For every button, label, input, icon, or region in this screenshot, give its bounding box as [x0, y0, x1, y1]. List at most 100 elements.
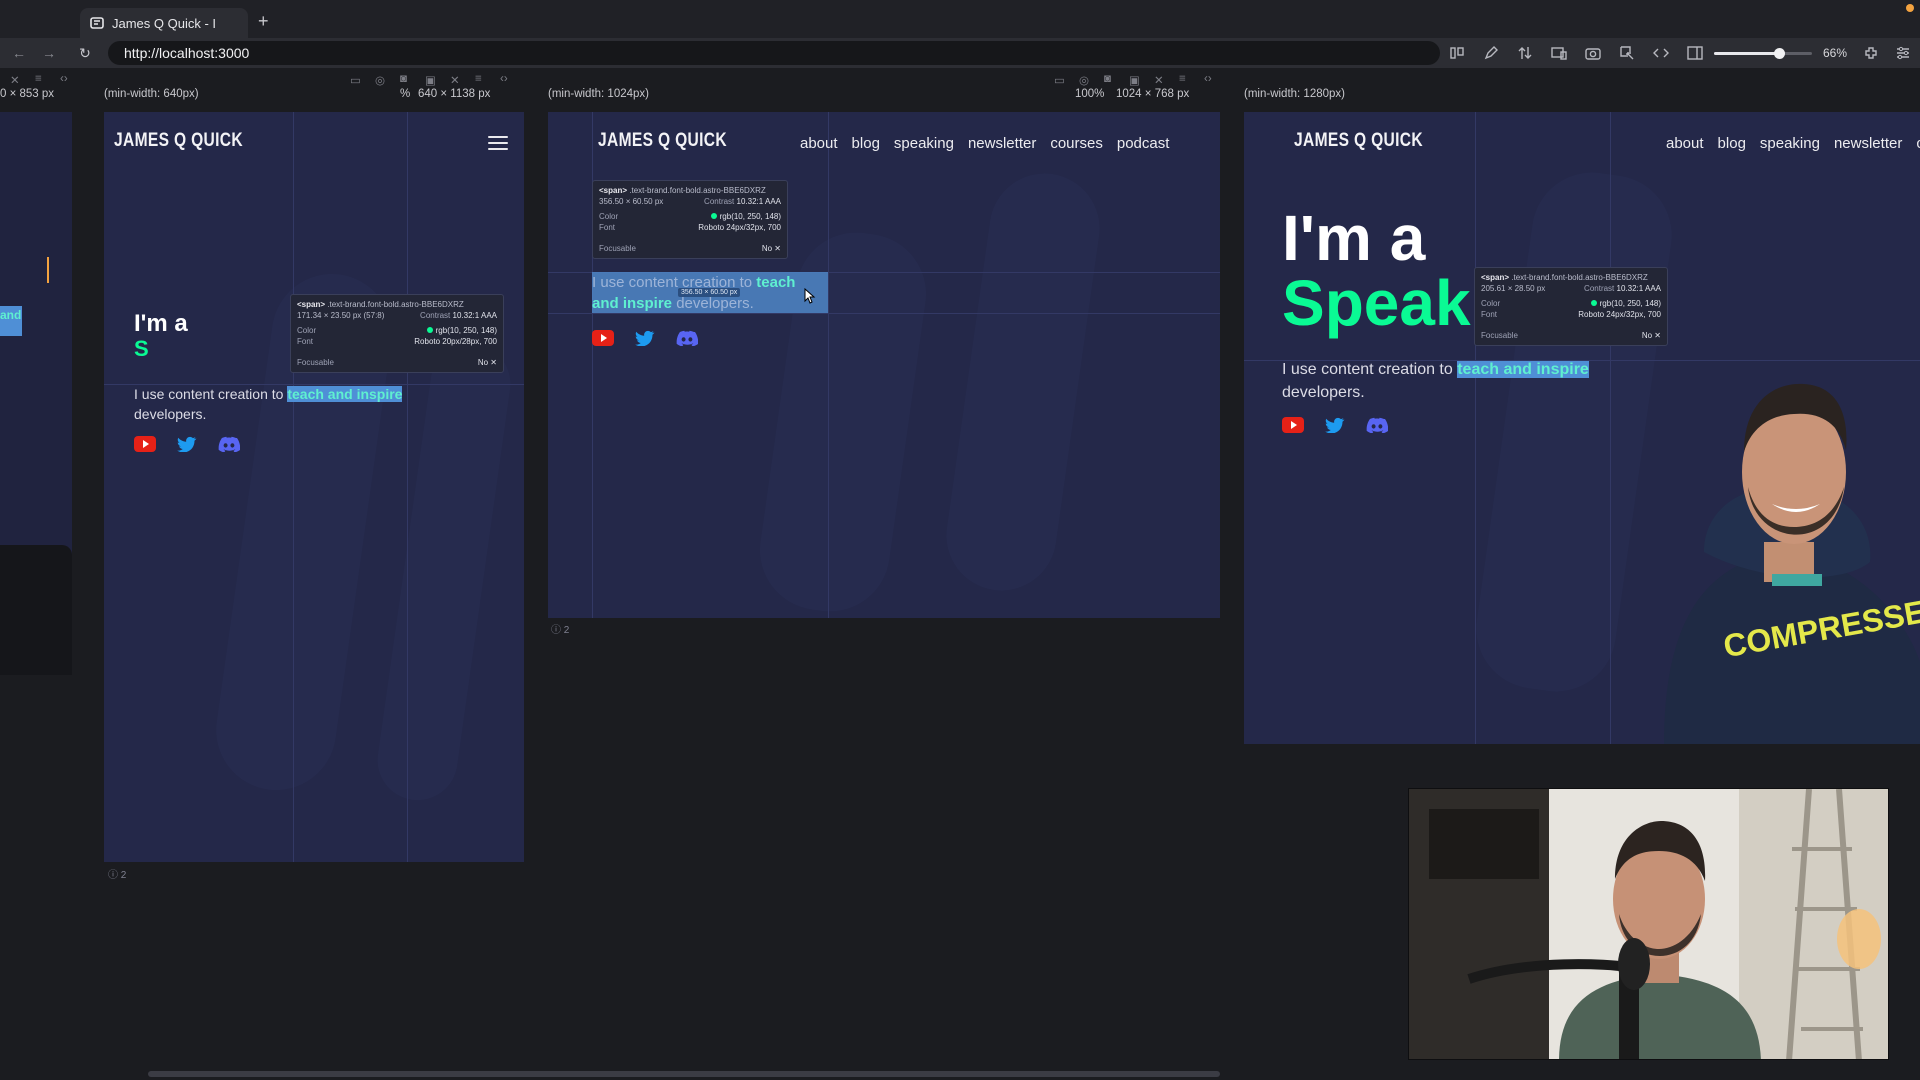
hero-lead: I use content creation to teach and insp…	[134, 384, 434, 425]
insp-contrast: 10.32:1 AAA	[452, 311, 497, 320]
insp-font-label: Font	[297, 337, 314, 346]
browser-toolbar: ← → ↻ http://localhost:3000 66%	[0, 38, 1920, 68]
guide-line	[1475, 112, 1476, 744]
rulers-icon[interactable]: ✕	[10, 73, 26, 87]
discord-icon[interactable]	[218, 436, 240, 452]
address-bar[interactable]: http://localhost:3000	[108, 41, 1440, 65]
nav-blog[interactable]: blog	[1718, 135, 1746, 152]
tune-icon[interactable]: ≡	[35, 73, 51, 87]
horizontal-scrollbar[interactable]	[148, 1071, 1220, 1077]
new-tab-button[interactable]: +	[258, 11, 269, 32]
insp-focus-label: Focusable	[599, 244, 636, 253]
webcam-video	[1409, 789, 1888, 1059]
zoom-slider-knob[interactable]	[1773, 48, 1785, 59]
inspector-tooltip: <span> .text-brand.font-bold.astro-BBE6D…	[1474, 267, 1668, 346]
camera-icon[interactable]: ◙	[1104, 73, 1120, 87]
inspect-icon[interactable]	[1618, 44, 1636, 62]
zoom-slider-fill	[1714, 52, 1779, 55]
pen-icon[interactable]	[1482, 44, 1500, 62]
pane-toolbar-640: (min-width: 640px) ▭ ◎ ◙ ▣ ✕ ≡ ‹› % 640 …	[104, 70, 524, 104]
reload-icon[interactable]: ↻	[76, 44, 94, 62]
nav-blog[interactable]: blog	[852, 135, 880, 152]
webcam-overlay	[1408, 788, 1889, 1060]
sync-scroll-icon[interactable]	[1516, 44, 1534, 62]
rotate-icon[interactable]: ▭	[1054, 73, 1070, 87]
insp-color: rgb(10, 250, 148)	[1599, 299, 1661, 308]
layout-icon[interactable]	[1448, 44, 1466, 62]
zoom-slider[interactable]	[1714, 48, 1812, 59]
image-icon[interactable]: ▣	[425, 73, 441, 87]
insp-size: 356.50 × 60.50 px	[599, 197, 664, 206]
code-icon[interactable]	[1652, 44, 1670, 62]
site-logo[interactable]: JAMES Q QUICK	[114, 130, 243, 152]
browser-tab[interactable]: James Q Quick - I	[80, 8, 248, 38]
site-logo[interactable]: JAMES Q QUICK	[598, 130, 727, 152]
social-links	[592, 330, 698, 346]
insp-contrast: 10.32:1 AAA	[736, 197, 781, 206]
inspector-tooltip: <span> .text-brand.font-bold.astro-BBE6D…	[290, 294, 504, 373]
insp-class: .text-brand.font-bold.astro-BBE6DXRZ	[1511, 273, 1648, 282]
youtube-icon[interactable]	[134, 436, 156, 452]
nav-speaking[interactable]: speaking	[1760, 135, 1820, 152]
rulers-icon[interactable]: ✕	[450, 73, 466, 87]
site-viewport-640: JAMES Q QUICK I'm a S I use content crea…	[104, 112, 524, 862]
insp-size: 205.61 × 28.50 px	[1481, 284, 1546, 293]
pane-media-query: (min-width: 1280px)	[1244, 88, 1345, 100]
discord-icon[interactable]	[1366, 417, 1388, 433]
tune-icon[interactable]: ≡	[475, 73, 491, 87]
camera-icon[interactable]: ◙	[400, 73, 416, 87]
social-links	[134, 436, 240, 452]
nav-podcast[interactable]: podcast	[1117, 135, 1170, 152]
devices-icon[interactable]	[1550, 44, 1568, 62]
forward-icon[interactable]: →	[40, 44, 58, 62]
screenshot-icon[interactable]	[1584, 44, 1602, 62]
settings-sliders-icon[interactable]	[1894, 44, 1912, 62]
code-small-icon[interactable]: ‹›	[60, 73, 76, 87]
rulers-icon[interactable]: ✕	[1154, 73, 1170, 87]
menu-icon[interactable]	[488, 136, 508, 151]
nav-newsletter[interactable]: newsletter	[1834, 135, 1902, 152]
twitter-icon[interactable]	[176, 436, 198, 452]
youtube-icon[interactable]	[1282, 417, 1304, 433]
twitter-icon[interactable]	[1324, 417, 1346, 433]
insp-font: Roboto 20px/28px, 700	[414, 337, 497, 346]
insp-size: 171.34 × 23.50 px (57:8)	[297, 311, 385, 320]
pane-size: 1024 × 768 px	[1116, 88, 1190, 100]
insp-color-label: Color	[599, 212, 619, 221]
nav-newsletter[interactable]: newsletter	[968, 135, 1036, 152]
pane-media-query: (min-width: 640px)	[104, 88, 199, 100]
site-logo[interactable]: JAMES Q QUICK	[1294, 130, 1423, 152]
issues-badge[interactable]: ⓘ 2	[551, 621, 569, 636]
focus-icon[interactable]: ◎	[1079, 73, 1095, 87]
rotate-icon[interactable]: ▭	[350, 73, 366, 87]
insp-color-label: Color	[297, 326, 317, 335]
code-small-icon[interactable]: ‹›	[500, 73, 516, 87]
focus-icon[interactable]: ◎	[375, 73, 391, 87]
tune-icon[interactable]: ≡	[1179, 73, 1195, 87]
insp-focus: No	[761, 244, 773, 253]
bg-decoration	[939, 166, 1107, 598]
tab-bar: James Q Quick - I +	[0, 0, 1920, 40]
lead-text-end: developers.	[134, 406, 207, 423]
issues-badge[interactable]: ⓘ 2	[108, 866, 126, 881]
nav-courses[interactable]: c	[1916, 135, 1920, 152]
pane-zoom: %	[400, 88, 411, 100]
discord-icon[interactable]	[676, 330, 698, 346]
insp-focus-label: Focusable	[297, 358, 334, 367]
lead-highlight-1: teach	[756, 274, 796, 291]
back-icon[interactable]: ←	[10, 44, 28, 62]
tab-title: James Q Quick - I	[112, 15, 217, 31]
twitter-icon[interactable]	[634, 330, 656, 346]
lead-text: I use content creation to	[134, 386, 288, 402]
lead-text-end: developers.	[672, 295, 754, 312]
extensions-icon[interactable]	[1862, 44, 1880, 62]
image-icon[interactable]: ▣	[1129, 73, 1145, 87]
code-small-icon[interactable]: ‹›	[1204, 73, 1220, 87]
lead-text: I use content creation to	[1282, 361, 1458, 378]
youtube-icon[interactable]	[592, 330, 614, 346]
nav-about[interactable]: about	[800, 135, 838, 152]
sidebar-icon[interactable]	[1686, 44, 1704, 62]
nav-about[interactable]: about	[1666, 135, 1704, 152]
nav-speaking[interactable]: speaking	[894, 135, 954, 152]
nav-courses[interactable]: courses	[1050, 135, 1103, 152]
